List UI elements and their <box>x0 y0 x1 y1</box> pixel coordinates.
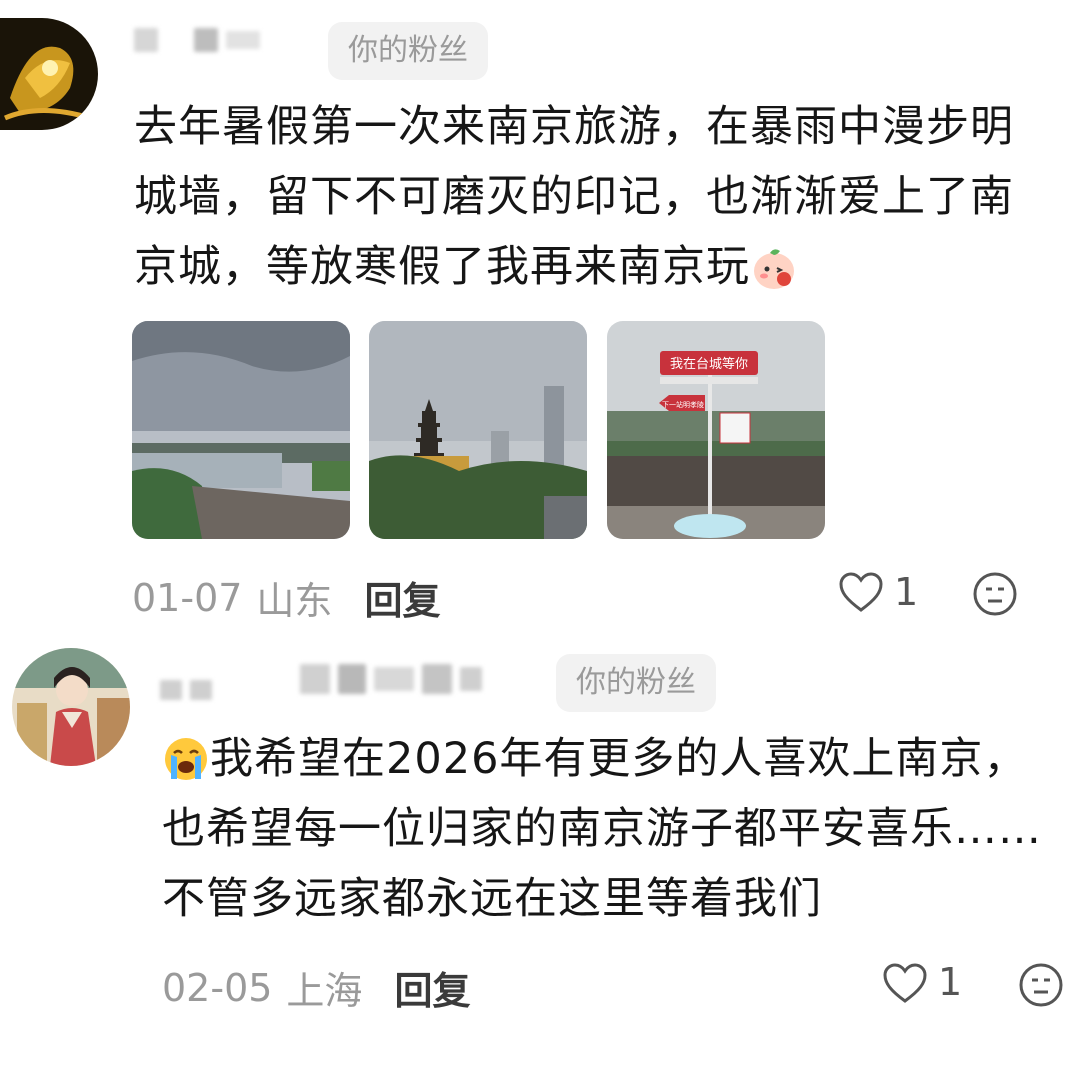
comment-location: 上海 <box>286 969 363 1013</box>
comment-body: 去年暑假第一次来南京旅游，在暴雨中漫步明城墙，留下不可磨灭的印记，也渐渐爱上了南… <box>134 102 1014 292</box>
fan-badge: 你的粉丝 <box>556 654 716 712</box>
crying-face-emoji-icon <box>162 735 210 783</box>
avatar[interactable] <box>12 648 130 766</box>
username-blurred[interactable] <box>160 658 482 700</box>
comment-date: 01-07 <box>132 575 243 620</box>
photo-pagoda-skyline[interactable] <box>369 321 587 539</box>
like-count: 1 <box>894 570 919 614</box>
comment-text: 我希望在2026年有更多的人喜欢上南京，也希望每一位归家的南京游子都平安喜乐……… <box>162 724 1062 934</box>
react-face-icon[interactable] <box>1018 962 1064 1008</box>
react-face-icon[interactable] <box>972 571 1018 617</box>
comment-meta: 01-07 山东 回复 <box>132 570 440 625</box>
fan-badge: 你的粉丝 <box>328 22 488 80</box>
comment-body: 我希望在2026年有更多的人喜欢上南京，也希望每一位归家的南京游子都平安喜乐……… <box>162 734 1042 924</box>
username-blurred[interactable] <box>134 28 260 52</box>
reply-button[interactable]: 回复 <box>394 960 470 1015</box>
comment-location: 山东 <box>256 579 333 623</box>
reply-button[interactable]: 回复 <box>364 570 440 625</box>
avatar[interactable] <box>0 18 98 130</box>
photo-sign-on-wall[interactable]: 我在台城等你 下一站明孝陵 <box>607 321 825 539</box>
photo-lake-city-wall[interactable] <box>132 321 350 539</box>
sign-text: 我在台城等你 <box>670 356 748 372</box>
like-heart-icon[interactable] <box>838 571 884 613</box>
comment-text: 去年暑假第一次来南京旅游，在暴雨中漫步明城墙，留下不可磨灭的印记，也渐渐爱上了南… <box>134 92 1034 302</box>
like-heart-icon[interactable] <box>882 962 928 1004</box>
comment-meta: 02-05 上海 回复 <box>162 960 470 1015</box>
sub-sign-text: 下一站明孝陵 <box>662 400 704 409</box>
peach-face-emoji-icon <box>750 243 798 291</box>
like-count: 1 <box>938 960 963 1004</box>
comment-date: 02-05 <box>162 965 273 1010</box>
